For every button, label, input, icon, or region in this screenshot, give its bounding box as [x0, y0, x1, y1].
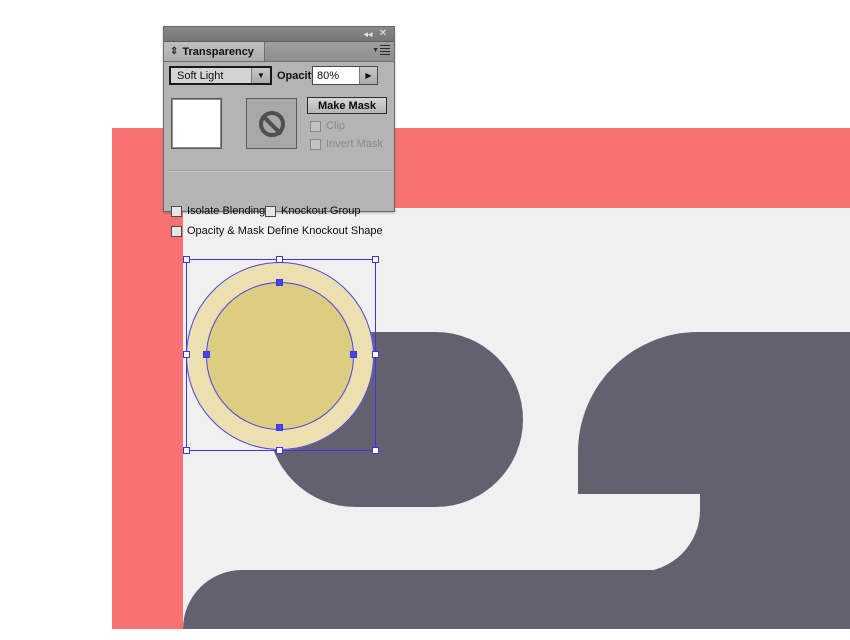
- panel-menu-icon[interactable]: ▼: [372, 45, 390, 57]
- isolate-blending-checkbox[interactable]: [171, 205, 182, 217]
- bbox-handle-middle-left[interactable]: [183, 351, 190, 358]
- close-icon[interactable]: ✕: [377, 28, 389, 40]
- knockout-group-checkbox[interactable]: [265, 205, 276, 217]
- tab-transparency-label: Transparency: [182, 45, 254, 58]
- opacity-value: 80%: [317, 69, 340, 82]
- double-chevron-left-icon[interactable]: ◂◂: [362, 28, 374, 40]
- no-mask-icon: [258, 110, 285, 137]
- artwork-ellipse-inner[interactable]: [206, 282, 354, 430]
- bbox-handle-bottom-right[interactable]: [372, 447, 379, 454]
- panel-titlebar[interactable]: ◂◂ ✕: [164, 27, 394, 42]
- panel-tabbar[interactable]: ⇕ Transparency ▼: [164, 42, 394, 62]
- bbox-handle-bottom-left[interactable]: [183, 447, 190, 454]
- panel-grip-icon: ⇕: [170, 46, 179, 57]
- thumbnails-row: Make Mask Clip Invert Mask: [164, 92, 396, 170]
- opacity-input[interactable]: 80% ▶: [312, 66, 378, 85]
- opacity-stepper-icon[interactable]: ▶: [359, 67, 377, 84]
- bbox-handle-top-center[interactable]: [276, 256, 283, 263]
- bbox-handle-middle-right[interactable]: [372, 351, 379, 358]
- transparency-panel[interactable]: ◂◂ ✕ ⇕ Transparency ▼ Soft Light ▼ Opaci…: [163, 26, 396, 237]
- isolate-blending-row[interactable]: Isolate Blending: [171, 205, 265, 217]
- invert-mask-label: Invert Mask: [326, 138, 383, 150]
- panel-menu-caret: ▼: [372, 47, 379, 54]
- invert-mask-checkbox-row[interactable]: Invert Mask: [310, 138, 383, 150]
- clip-checkbox-row[interactable]: Clip: [310, 120, 345, 132]
- illustration-canvas[interactable]: [0, 0, 850, 640]
- anchor-point-left[interactable]: [203, 351, 210, 358]
- isolate-blending-label: Isolate Blending: [187, 205, 266, 217]
- bbox-handle-top-right[interactable]: [372, 256, 379, 263]
- opacity-mask-knockout-checkbox[interactable]: [171, 225, 182, 237]
- mask-thumbnail[interactable]: [246, 98, 297, 149]
- bbox-handle-bottom-center[interactable]: [276, 447, 283, 454]
- tab-transparency[interactable]: ⇕ Transparency: [164, 42, 265, 61]
- artwork-thumbnail[interactable]: [171, 98, 222, 149]
- invert-mask-checkbox[interactable]: [310, 138, 321, 150]
- blend-opacity-row: Soft Light ▼ Opacity: 80% ▶: [164, 62, 396, 90]
- blend-mode-value: Soft Light: [177, 69, 224, 82]
- opacity-mask-knockout-label: Opacity & Mask Define Knockout Shape: [187, 225, 383, 237]
- screenshot-stage: ◂◂ ✕ ⇕ Transparency ▼ Soft Light ▼ Opaci…: [0, 0, 850, 640]
- anchor-point-bottom[interactable]: [276, 424, 283, 431]
- panel-menu-lines: [380, 45, 390, 57]
- panel-divider: [169, 170, 391, 172]
- knockout-group-label: Knockout Group: [281, 205, 361, 217]
- anchor-point-top[interactable]: [276, 279, 283, 286]
- chevron-down-icon[interactable]: ▼: [251, 68, 270, 83]
- knockout-group-row[interactable]: Knockout Group: [265, 205, 361, 217]
- anchor-point-right[interactable]: [350, 351, 357, 358]
- clip-label: Clip: [326, 120, 345, 132]
- opacity-mask-knockout-row[interactable]: Opacity & Mask Define Knockout Shape: [171, 225, 383, 237]
- artwork-gray-bottom-bar: [183, 570, 850, 629]
- blend-mode-dropdown[interactable]: Soft Light ▼: [169, 66, 272, 85]
- clip-checkbox[interactable]: [310, 120, 321, 132]
- bbox-handle-top-left[interactable]: [183, 256, 190, 263]
- make-mask-button[interactable]: Make Mask: [307, 97, 387, 114]
